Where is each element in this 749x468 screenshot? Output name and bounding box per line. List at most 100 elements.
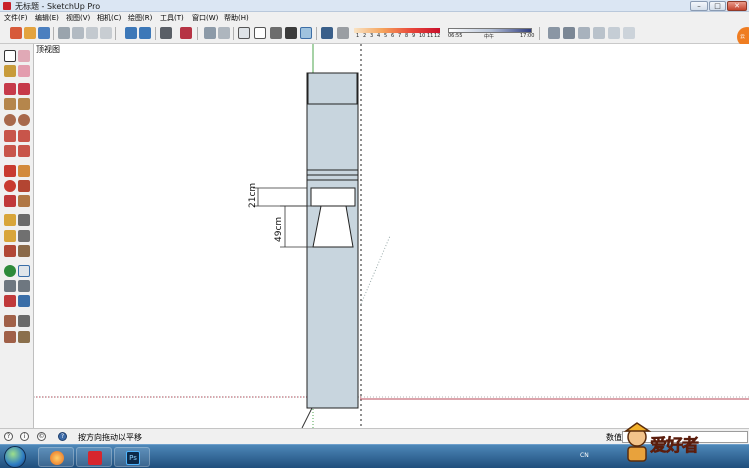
position-camera-icon[interactable] <box>4 315 16 327</box>
pie-tool-icon[interactable] <box>18 145 30 157</box>
toolbar-separator <box>155 27 156 40</box>
month-tick-9: 9 <box>412 33 416 39</box>
protractor-icon[interactable] <box>4 230 16 242</box>
section-plane-icon[interactable] <box>18 331 30 343</box>
three-point-arc-icon[interactable] <box>4 145 16 157</box>
line-tool-icon[interactable] <box>4 83 16 95</box>
maximize-icon: □ <box>714 2 721 10</box>
zoom-extents-icon[interactable] <box>4 295 16 307</box>
offset-tool-icon[interactable] <box>18 195 30 207</box>
shaded-icon[interactable] <box>270 27 282 39</box>
toolbar-separator <box>316 27 317 40</box>
dimension-label-21: 21cm <box>248 183 258 208</box>
cut-icon[interactable] <box>58 27 70 39</box>
rectangle-tool-icon[interactable] <box>4 98 16 110</box>
menu-help[interactable]: 帮助(H) <box>224 13 249 23</box>
menu-window[interactable]: 窗口(W) <box>192 13 218 23</box>
tape-measure-icon[interactable] <box>4 214 16 226</box>
eraser-tool-icon[interactable] <box>18 50 30 62</box>
shadows-toggle-icon[interactable] <box>321 27 333 39</box>
maximize-button[interactable]: □ <box>709 1 726 11</box>
menu-edit[interactable]: 编辑(E) <box>35 13 59 23</box>
dimension-tool-icon[interactable] <box>18 214 30 226</box>
component-tool-icon[interactable] <box>18 65 30 77</box>
freehand-tool-icon[interactable] <box>18 83 30 95</box>
print-icon[interactable] <box>160 27 172 39</box>
zoom-tool-icon[interactable] <box>4 280 16 292</box>
select-tool-icon[interactable] <box>4 50 16 62</box>
rotated-rect-icon[interactable] <box>18 98 30 110</box>
menu-bar: 文件(F) 编辑(E) 视图(V) 相机(C) 绘图(R) 工具(T) 窗口(W… <box>0 12 749 24</box>
iso-view-icon[interactable] <box>548 27 560 39</box>
model-info-icon[interactable] <box>180 27 192 39</box>
walk-tool-icon[interactable] <box>4 331 16 343</box>
hidden-line-icon[interactable] <box>254 27 266 39</box>
back-edges-icon[interactable] <box>218 27 230 39</box>
pan-tool-icon[interactable] <box>18 265 30 277</box>
month-tick-10: 10 <box>419 33 426 39</box>
fog-icon[interactable] <box>337 27 349 39</box>
month-tick-4: 4 <box>377 33 381 39</box>
zoom-window-icon[interactable] <box>18 280 30 292</box>
toolbar-separator <box>115 27 116 40</box>
redo-icon[interactable] <box>139 27 151 39</box>
info-icon[interactable]: ? <box>4 432 13 441</box>
scale-tool-icon[interactable] <box>4 195 16 207</box>
previous-view-icon[interactable] <box>18 295 30 307</box>
sketchup-app-icon[interactable] <box>3 2 11 10</box>
orbit-tool-icon[interactable] <box>4 265 16 277</box>
new-file-icon[interactable] <box>10 27 22 39</box>
front-view-icon[interactable] <box>578 27 590 39</box>
shaded-textures-icon[interactable] <box>285 27 297 39</box>
open-file-icon[interactable] <box>24 27 36 39</box>
help-icon[interactable]: ? <box>58 432 67 441</box>
wireframe-icon[interactable] <box>238 27 250 39</box>
axes-tool-icon[interactable] <box>4 245 16 257</box>
month-tick-2: 2 <box>363 33 367 39</box>
month-tick-12: 12 <box>434 33 441 39</box>
top-view-icon[interactable] <box>563 27 575 39</box>
toolbar-separator <box>53 27 54 40</box>
credit-icon[interactable]: © <box>37 432 46 441</box>
menu-view[interactable]: 视图(V) <box>66 13 90 23</box>
push-pull-icon[interactable] <box>18 165 30 177</box>
arc-tool-icon[interactable] <box>4 130 16 142</box>
geolocation-icon[interactable]: i <box>20 432 29 441</box>
save-icon[interactable] <box>38 27 50 39</box>
toolbar-separator <box>197 27 198 40</box>
copy-icon[interactable] <box>72 27 84 39</box>
close-button[interactable]: ✕ <box>727 1 747 11</box>
taskbar-sketchup[interactable] <box>76 447 112 467</box>
menu-file[interactable]: 文件(F) <box>4 13 28 23</box>
circle-tool-icon[interactable] <box>4 114 16 126</box>
undo-icon[interactable] <box>125 27 137 39</box>
taskbar-photoshop[interactable]: Ps <box>114 447 150 467</box>
erase-icon[interactable] <box>100 27 112 39</box>
menu-tools[interactable]: 工具(T) <box>160 13 184 23</box>
3d-text-icon[interactable] <box>18 245 30 257</box>
paint-bucket-icon[interactable] <box>4 65 16 77</box>
taskbar-browser[interactable] <box>38 447 74 467</box>
time-noon-label: 中午 <box>484 34 495 40</box>
left-view-icon[interactable] <box>623 27 635 39</box>
follow-me-icon[interactable] <box>18 180 30 192</box>
minimize-button[interactable]: – <box>690 1 708 11</box>
drawing-canvas[interactable]: 顶视图 21cm 49cm <box>34 44 749 428</box>
back-view-icon[interactable] <box>608 27 620 39</box>
text-tool-icon[interactable] <box>18 230 30 242</box>
move-tool-icon[interactable] <box>4 165 16 177</box>
monochrome-icon[interactable] <box>300 27 312 39</box>
menu-draw[interactable]: 绘图(R) <box>128 13 152 23</box>
right-view-icon[interactable] <box>593 27 605 39</box>
month-tick-3: 3 <box>370 33 374 39</box>
polygon-tool-icon[interactable] <box>18 114 30 126</box>
rotate-tool-icon[interactable] <box>4 180 16 192</box>
menu-camera[interactable]: 相机(C) <box>97 13 121 23</box>
two-point-arc-icon[interactable] <box>18 130 30 142</box>
month-tick-1: 1 <box>356 33 360 39</box>
paste-icon[interactable] <box>86 27 98 39</box>
xray-icon[interactable] <box>204 27 216 39</box>
tray-language[interactable]: CN <box>580 452 589 459</box>
start-button[interactable] <box>4 446 26 468</box>
look-around-icon[interactable] <box>18 315 30 327</box>
